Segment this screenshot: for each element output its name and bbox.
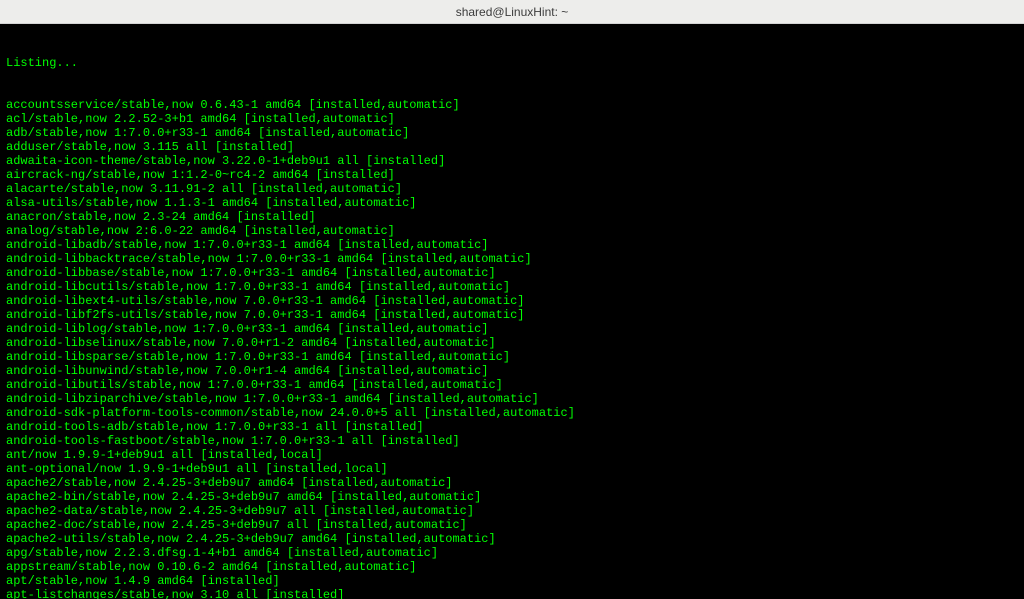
- terminal-line: android-sdk-platform-tools-common/stable…: [6, 406, 1018, 420]
- terminal-window: shared@LinuxHint: ~ Listing... accountss…: [0, 0, 1024, 599]
- terminal-line: android-libunwind/stable,now 7.0.0+r1-4 …: [6, 364, 1018, 378]
- terminal-line: adwaita-icon-theme/stable,now 3.22.0-1+d…: [6, 154, 1018, 168]
- terminal-line: android-tools-adb/stable,now 1:7.0.0+r33…: [6, 420, 1018, 434]
- terminal-line: analog/stable,now 2:6.0-22 amd64 [instal…: [6, 224, 1018, 238]
- terminal-output: accountsservice/stable,now 0.6.43-1 amd6…: [6, 98, 1018, 599]
- terminal-line: android-libutils/stable,now 1:7.0.0+r33-…: [6, 378, 1018, 392]
- terminal-line: android-libsparse/stable,now 1:7.0.0+r33…: [6, 350, 1018, 364]
- terminal-line: android-libziparchive/stable,now 1:7.0.0…: [6, 392, 1018, 406]
- terminal-line: anacron/stable,now 2.3-24 amd64 [install…: [6, 210, 1018, 224]
- terminal-header: Listing...: [6, 56, 1018, 70]
- terminal-line: acl/stable,now 2.2.52-3+b1 amd64 [instal…: [6, 112, 1018, 126]
- terminal-line: accountsservice/stable,now 0.6.43-1 amd6…: [6, 98, 1018, 112]
- terminal-line: apache2-bin/stable,now 2.4.25-3+deb9u7 a…: [6, 490, 1018, 504]
- terminal-line: android-libext4-utils/stable,now 7.0.0+r…: [6, 294, 1018, 308]
- terminal-line: adduser/stable,now 3.115 all [installed]: [6, 140, 1018, 154]
- terminal-line: adb/stable,now 1:7.0.0+r33-1 amd64 [inst…: [6, 126, 1018, 140]
- terminal-line: android-libf2fs-utils/stable,now 7.0.0+r…: [6, 308, 1018, 322]
- terminal-line: apt/stable,now 1.4.9 amd64 [installed]: [6, 574, 1018, 588]
- terminal-line: ant-optional/now 1.9.9-1+deb9u1 all [ins…: [6, 462, 1018, 476]
- terminal-line: android-tools-fastboot/stable,now 1:7.0.…: [6, 434, 1018, 448]
- terminal-body[interactable]: Listing... accountsservice/stable,now 0.…: [0, 24, 1024, 599]
- terminal-line: ant/now 1.9.9-1+deb9u1 all [installed,lo…: [6, 448, 1018, 462]
- terminal-line: aircrack-ng/stable,now 1:1.2-0~rc4-2 amd…: [6, 168, 1018, 182]
- terminal-line: apache2-doc/stable,now 2.4.25-3+deb9u7 a…: [6, 518, 1018, 532]
- terminal-line: apache2/stable,now 2.4.25-3+deb9u7 amd64…: [6, 476, 1018, 490]
- terminal-line: android-libcutils/stable,now 1:7.0.0+r33…: [6, 280, 1018, 294]
- window-titlebar[interactable]: shared@LinuxHint: ~: [0, 0, 1024, 24]
- terminal-line: appstream/stable,now 0.10.6-2 amd64 [ins…: [6, 560, 1018, 574]
- terminal-line: apache2-data/stable,now 2.4.25-3+deb9u7 …: [6, 504, 1018, 518]
- terminal-line: alsa-utils/stable,now 1.1.3-1 amd64 [ins…: [6, 196, 1018, 210]
- terminal-line: android-liblog/stable,now 1:7.0.0+r33-1 …: [6, 322, 1018, 336]
- terminal-line: apg/stable,now 2.2.3.dfsg.1-4+b1 amd64 […: [6, 546, 1018, 560]
- terminal-line: alacarte/stable,now 3.11.91-2 all [insta…: [6, 182, 1018, 196]
- window-title: shared@LinuxHint: ~: [456, 5, 569, 19]
- terminal-line: apt-listchanges/stable,now 3.10 all [ins…: [6, 588, 1018, 599]
- terminal-line: android-libadb/stable,now 1:7.0.0+r33-1 …: [6, 238, 1018, 252]
- terminal-line: android-libbacktrace/stable,now 1:7.0.0+…: [6, 252, 1018, 266]
- terminal-line: apache2-utils/stable,now 2.4.25-3+deb9u7…: [6, 532, 1018, 546]
- terminal-line: android-libbase/stable,now 1:7.0.0+r33-1…: [6, 266, 1018, 280]
- terminal-line: android-libselinux/stable,now 7.0.0+r1-2…: [6, 336, 1018, 350]
